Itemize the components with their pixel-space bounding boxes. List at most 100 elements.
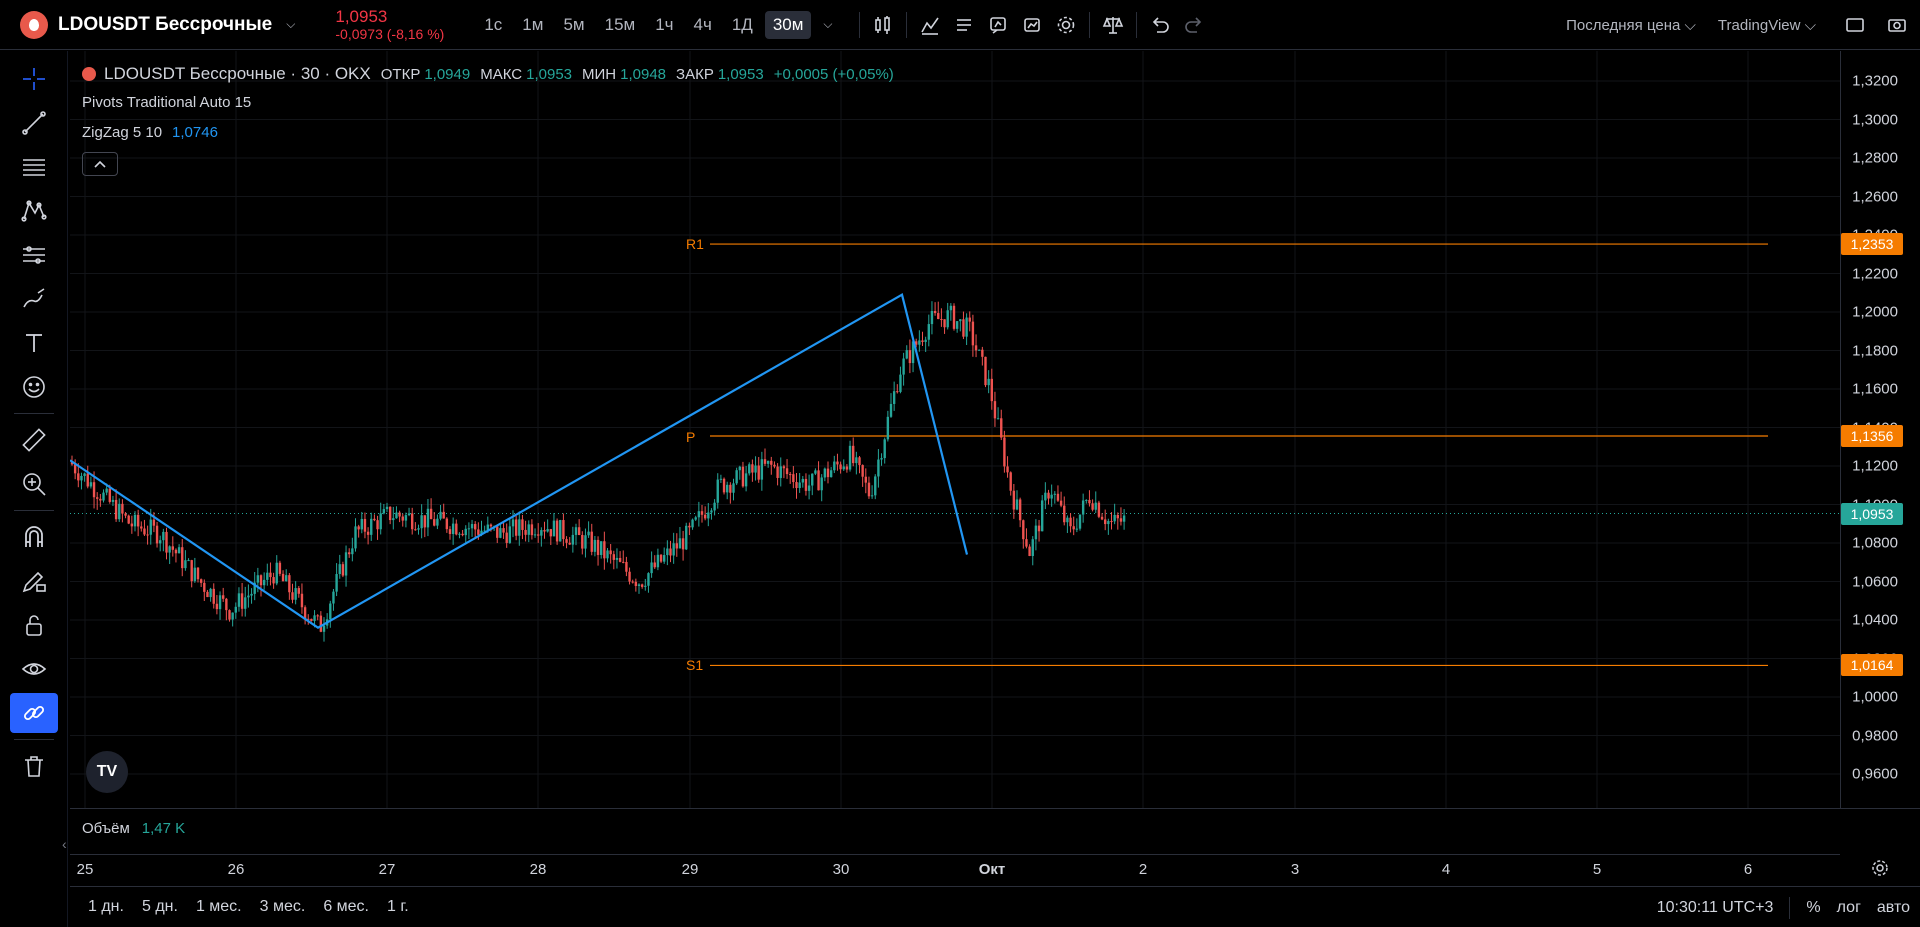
candle-body	[360, 518, 363, 530]
magnet-icon[interactable]	[10, 517, 58, 557]
candle-body	[814, 470, 817, 474]
candle-body	[763, 459, 767, 464]
trend-line-icon[interactable]	[10, 103, 58, 143]
candle-body	[1066, 517, 1069, 523]
candle-body	[212, 588, 215, 604]
indicators-icon[interactable]	[913, 8, 947, 42]
time-axis[interactable]: 25 26 27 28 29 30 Окт 2 3 4 5 6	[70, 854, 1840, 882]
candle-body	[272, 577, 275, 584]
divider	[14, 510, 54, 511]
candle-body	[285, 575, 288, 582]
candle-body	[581, 534, 584, 549]
scales-icon[interactable]	[1096, 8, 1130, 42]
time-tick: 30	[832, 861, 850, 878]
replay-icon[interactable]	[1015, 8, 1049, 42]
tf-1s[interactable]: 1с	[476, 11, 510, 39]
time-tick: 6	[1743, 861, 1753, 878]
collapse-legend-button[interactable]	[82, 152, 118, 176]
trash-icon[interactable]	[10, 746, 58, 786]
fullscreen-icon[interactable]	[1838, 8, 1872, 42]
candle-body	[883, 439, 886, 459]
candles-icon[interactable]	[866, 8, 900, 42]
forecast-icon[interactable]	[10, 235, 58, 275]
range-1d[interactable]: 1 дн.	[88, 898, 124, 916]
list-icon[interactable]	[947, 8, 981, 42]
camera-icon[interactable]	[1880, 8, 1914, 42]
candle-body	[675, 543, 678, 549]
candle-body	[165, 531, 168, 553]
candle-body	[1034, 525, 1038, 540]
gear-icon[interactable]	[1049, 8, 1083, 42]
tf-4h[interactable]: 4ч	[686, 11, 720, 39]
candle-body	[760, 459, 764, 480]
percent-toggle[interactable]: %	[1806, 899, 1820, 917]
range-1y[interactable]: 1 г.	[387, 898, 409, 916]
price-type-dropdown[interactable]: Последняя цена ⌵	[1566, 17, 1696, 34]
candle-body	[401, 516, 404, 521]
chevron-down-icon[interactable]: ⌵	[815, 13, 840, 36]
tf-15m[interactable]: 15м	[597, 11, 644, 39]
zoom-icon[interactable]	[10, 464, 58, 504]
tf-1h[interactable]: 1ч	[647, 11, 681, 39]
horizontal-lines-icon[interactable]	[10, 147, 58, 187]
broker-dropdown[interactable]: TradingView ⌵	[1718, 17, 1816, 34]
pivots-indicator-label[interactable]: Pivots Traditional Auto 15	[82, 94, 251, 111]
text-icon[interactable]	[10, 323, 58, 363]
crosshair-icon[interactable]	[10, 59, 58, 99]
brush-icon[interactable]	[10, 279, 58, 319]
undo-icon[interactable]	[1143, 8, 1177, 42]
candle-body	[612, 554, 615, 560]
candle-body	[187, 560, 190, 562]
candle-body	[77, 473, 80, 481]
zigzag-indicator-label[interactable]: ZigZag 5 10 1,0746	[82, 124, 218, 141]
candle-body	[1037, 525, 1041, 532]
price-scale[interactable]: 1,32001,30001,28001,26001,24001,22001,20…	[1840, 51, 1920, 808]
candle-body	[417, 528, 420, 530]
clock[interactable]: 10:30:11 UTC+3	[1657, 899, 1774, 917]
candle-body	[600, 541, 603, 555]
tf-30m[interactable]: 30м	[764, 10, 812, 39]
tf-1m[interactable]: 1м	[514, 11, 551, 39]
pattern-icon[interactable]	[10, 191, 58, 231]
candle-body	[537, 534, 540, 536]
range-5d[interactable]: 5 дн.	[142, 898, 178, 916]
zigzag-line	[70, 293, 969, 629]
candle-body	[549, 529, 552, 537]
price-chart[interactable]	[70, 51, 1840, 808]
bottom-toolbar: 1 дн. 5 дн. 1 мес. 3 мес. 6 мес. 1 г. 10…	[70, 886, 1920, 927]
link-icon[interactable]	[10, 693, 58, 733]
candle-body	[348, 552, 351, 555]
candle-body	[250, 593, 253, 596]
chevron-down-icon[interactable]: ⌵	[286, 17, 295, 32]
auto-toggle[interactable]: авто	[1877, 899, 1910, 917]
candle-body	[993, 401, 997, 419]
divider	[1135, 11, 1137, 38]
candle-body	[225, 598, 228, 611]
eye-icon[interactable]	[10, 649, 58, 689]
chevron-left-icon[interactable]: ‹	[62, 836, 67, 852]
candle-body	[962, 319, 965, 337]
axis-settings-icon[interactable]	[1870, 858, 1890, 883]
log-toggle[interactable]: лог	[1837, 899, 1861, 917]
candle-body	[130, 523, 134, 527]
tf-1d[interactable]: 1Д	[724, 11, 761, 39]
pencil-lock-icon[interactable]	[10, 561, 58, 601]
range-1m[interactable]: 1 мес.	[196, 898, 242, 916]
candle-body	[1018, 499, 1022, 521]
alert-icon[interactable]	[981, 8, 1015, 42]
top-right-menu: Последняя цена ⌵ TradingView ⌵	[1566, 0, 1920, 50]
candle-body	[448, 529, 452, 534]
candle-body	[1028, 546, 1031, 557]
symbol-name[interactable]: LDOUSDT Бессрочные	[58, 14, 272, 36]
tf-5m[interactable]: 5м	[555, 11, 592, 39]
lock-icon[interactable]	[10, 605, 58, 645]
symbol-mini-logo-icon	[82, 67, 96, 81]
candle-body	[269, 572, 272, 578]
emoji-icon[interactable]	[10, 367, 58, 407]
redo-icon[interactable]	[1177, 8, 1211, 42]
range-6m[interactable]: 6 мес.	[323, 898, 369, 916]
range-3m[interactable]: 3 мес.	[260, 898, 306, 916]
candle-body	[817, 470, 820, 491]
ruler-icon[interactable]	[10, 420, 58, 460]
tradingview-logo-icon[interactable]: TV	[86, 751, 128, 793]
